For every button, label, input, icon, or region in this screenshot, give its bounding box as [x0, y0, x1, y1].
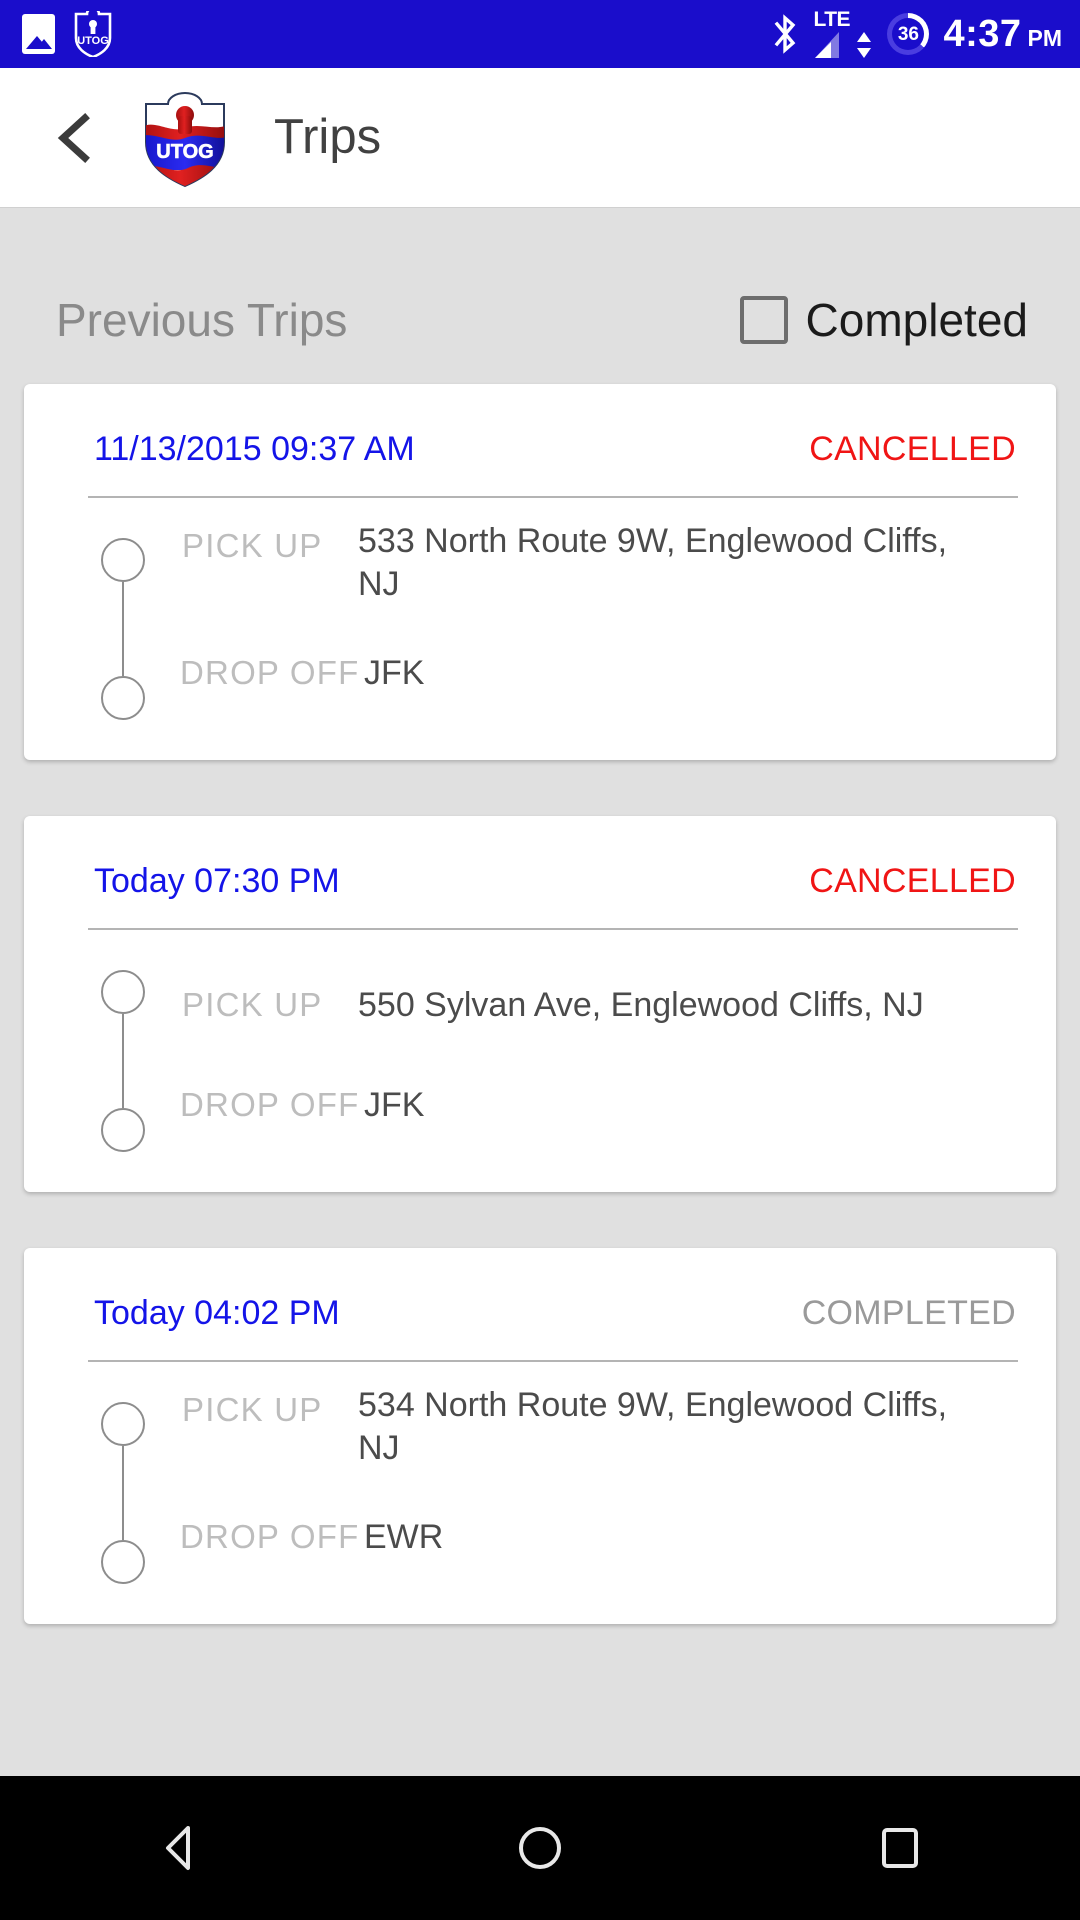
- dropoff-dot-icon: [101, 1540, 145, 1584]
- status-bar-clock: 4:37 PM: [943, 15, 1062, 53]
- signal-bars-icon: [813, 30, 873, 60]
- trip-legs: PICK UP 534 North Route 9W, Englewood Cl…: [52, 1362, 1028, 1624]
- signal-icon: LTE: [813, 9, 873, 60]
- status-bar: UTOG LTE 36 4:37 PM: [0, 0, 1080, 68]
- trip-status-badge: COMPLETED: [801, 1294, 1016, 1332]
- trip-card[interactable]: 11/13/2015 09:37 AM CANCELLED PICK UP 53…: [24, 384, 1056, 760]
- svg-text:UTOG: UTOG: [77, 35, 109, 47]
- android-nav-bar: [0, 1776, 1080, 1920]
- nav-home-button[interactable]: [450, 1776, 630, 1920]
- pickup-row: PICK UP 534 North Route 9W, Englewood Cl…: [158, 1384, 1018, 1490]
- pickup-address: 533 North Route 9W, Englewood Cliffs, NJ: [358, 522, 948, 603]
- pickup-address: 534 North Route 9W, Englewood Cliffs, NJ: [358, 1386, 948, 1467]
- trip-card[interactable]: Today 04:02 PM COMPLETED PICK UP 534 Nor…: [24, 1248, 1056, 1624]
- leg-rows: PICK UP 533 North Route 9W, Englewood Cl…: [158, 520, 1018, 720]
- dropoff-dot-icon: [101, 1108, 145, 1152]
- trip-legs: PICK UP 550 Sylvan Ave, Englewood Cliffs…: [52, 930, 1028, 1192]
- clock-meridiem: PM: [1027, 25, 1063, 51]
- nav-back-button[interactable]: [90, 1776, 270, 1920]
- app-bar: UTOG Trips: [0, 68, 1080, 208]
- svg-text:UTOG: UTOG: [156, 141, 213, 163]
- back-button[interactable]: [48, 110, 104, 166]
- dropoff-row: DROP OFF JFK: [158, 1058, 1018, 1152]
- trip-card-header: Today 07:30 PM CANCELLED: [52, 816, 1028, 928]
- leg-rail: [88, 1384, 158, 1584]
- trip-status-badge: CANCELLED: [809, 430, 1016, 468]
- leg-rail: [88, 952, 158, 1152]
- photo-icon: [22, 14, 55, 54]
- trip-legs: PICK UP 533 North Route 9W, Englewood Cl…: [52, 498, 1028, 760]
- pickup-row: PICK UP 550 Sylvan Ave, Englewood Cliffs…: [158, 952, 1018, 1058]
- dropoff-dot-icon: [101, 676, 145, 720]
- trips-content: Previous Trips Completed 11/13/2015 09:3…: [0, 208, 1080, 1776]
- bluetooth-icon: [771, 12, 799, 56]
- leg-rows: PICK UP 550 Sylvan Ave, Englewood Cliffs…: [158, 952, 1018, 1152]
- dropoff-label: DROP OFF: [180, 653, 360, 691]
- trip-card-header: Today 04:02 PM COMPLETED: [52, 1248, 1028, 1360]
- phone-screen: UTOG LTE 36 4:37 PM UTOG Trips Previous …: [0, 0, 1080, 1920]
- page-title: Trips: [274, 110, 382, 164]
- rail-connector-line: [122, 1446, 124, 1540]
- clock-time: 4:37: [943, 13, 1022, 55]
- dropoff-label: DROP OFF: [180, 1085, 360, 1123]
- dropoff-row: DROP OFF JFK: [158, 626, 1018, 720]
- rail-connector-line: [122, 1014, 124, 1108]
- completed-filter[interactable]: Completed: [739, 294, 1028, 346]
- trip-card[interactable]: Today 07:30 PM CANCELLED PICK UP 550 Syl…: [24, 816, 1056, 1192]
- pickup-label: PICK UP: [182, 527, 323, 564]
- pickup-dot-icon: [101, 1402, 145, 1446]
- nav-recents-button[interactable]: [810, 1776, 990, 1920]
- leg-rows: PICK UP 534 North Route 9W, Englewood Cl…: [158, 1384, 1018, 1584]
- completed-checkbox[interactable]: [739, 296, 788, 344]
- status-bar-system-icons: LTE 36 4:37 PM: [771, 9, 1062, 60]
- pickup-address: 550 Sylvan Ave, Englewood Cliffs, NJ: [358, 985, 924, 1024]
- trip-datetime: 11/13/2015 09:37 AM: [94, 430, 415, 468]
- leg-rail: [88, 520, 158, 720]
- pickup-dot-icon: [101, 970, 145, 1014]
- pickup-label: PICK UP: [182, 985, 323, 1023]
- status-bar-notifications: UTOG: [22, 11, 113, 57]
- pickup-dot-icon: [101, 538, 145, 582]
- dropoff-label: DROP OFF: [180, 1517, 360, 1555]
- utog-app-icon: UTOG: [73, 11, 113, 57]
- trip-datetime: Today 04:02 PM: [94, 1294, 340, 1332]
- battery-level-label: 36: [897, 23, 919, 45]
- completed-filter-label: Completed: [805, 294, 1028, 346]
- section-title: Previous Trips: [56, 294, 348, 346]
- utog-logo: UTOG: [140, 88, 230, 188]
- dropoff-row: DROP OFF EWR: [158, 1490, 1018, 1584]
- pickup-label: PICK UP: [182, 1391, 323, 1428]
- trip-card-header: 11/13/2015 09:37 AM CANCELLED: [52, 384, 1028, 496]
- battery-icon: 36: [887, 13, 930, 55]
- trip-datetime: Today 07:30 PM: [94, 862, 340, 900]
- section-header: Previous Trips Completed: [0, 208, 1080, 344]
- trip-status-badge: CANCELLED: [809, 862, 1016, 900]
- rail-connector-line: [122, 582, 124, 676]
- dropoff-address: EWR: [364, 1517, 444, 1556]
- trip-list: 11/13/2015 09:37 AM CANCELLED PICK UP 53…: [0, 344, 1080, 1624]
- network-type-label: LTE: [813, 7, 851, 31]
- pickup-row: PICK UP 533 North Route 9W, Englewood Cl…: [158, 520, 1018, 626]
- dropoff-address: JFK: [364, 653, 425, 692]
- dropoff-address: JFK: [364, 1085, 425, 1124]
